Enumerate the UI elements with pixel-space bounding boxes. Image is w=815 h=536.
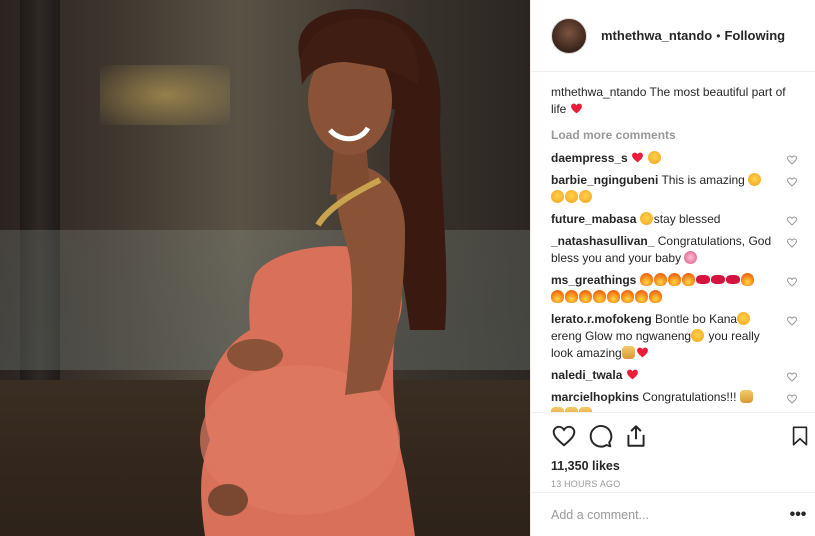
comment-like-icon[interactable] [786,237,798,249]
comment-item: _natashasullivan_ Congratulations, God b… [551,233,798,267]
heart-eyes-emoji-icon [551,190,564,203]
caption: mthethwa_ntando The most beautiful part … [551,84,798,118]
heart-eyes-emoji-icon [639,212,653,225]
fire-emoji-icon [740,273,754,286]
fire-emoji-icon [621,290,634,303]
heart-eyes-emoji-icon [748,173,762,186]
comment-like-icon[interactable] [786,276,798,288]
heart-outline-icon[interactable] [551,423,577,449]
fire-emoji-icon [639,273,653,286]
comment-like-icon[interactable] [786,393,798,405]
instagram-post: mthethwa_ntando • Following mthethwa_nta… [0,0,815,536]
comment-username[interactable]: daempress_s [551,151,628,165]
fire-emoji-icon [607,290,620,303]
bookmark-icon[interactable] [789,423,811,449]
raised-hands-emoji-icon [739,390,753,403]
comment-username[interactable]: future_mabasa [551,212,636,226]
comment-item: barbie_ngingubeni This is amazing [551,172,798,206]
lips-emoji-icon [725,275,740,284]
comment-like-icon[interactable] [786,371,798,383]
fire-emoji-icon [635,290,648,303]
header-username[interactable]: mthethwa_ntando [601,28,712,43]
fire-emoji-icon [667,273,681,286]
post-sidebar: mthethwa_ntando • Following mthethwa_nta… [530,0,815,536]
fire-emoji-icon [649,290,662,303]
comment-like-icon[interactable] [786,154,798,166]
post-timestamp: 13 HOURS AGO [551,479,621,489]
red-heart-emoji-icon [636,347,648,358]
add-comment-input[interactable] [551,507,788,522]
comment-text-part2: ereng Glow mo ngwaneng [551,329,692,343]
comment-item: ms_greathings [551,272,798,306]
lips-emoji-icon [695,275,710,284]
comments-list: mthethwa_ntando The most beautiful part … [531,72,815,412]
comment-username[interactable]: lerato.r.mofokeng [551,312,652,326]
red-heart-emoji-icon [626,369,638,380]
heart-eyes-emoji-icon [579,190,592,203]
comment-item: lerato.r.mofokeng Bontle bo Kana ereng G… [551,311,798,362]
comment-like-icon[interactable] [786,176,798,188]
comment-username[interactable]: marcielhopkins [551,390,639,404]
fire-emoji-icon [593,290,606,303]
following-button[interactable]: Following [724,28,785,43]
comment-like-icon[interactable] [786,315,798,327]
likes-count[interactable]: 11,350 likes [551,459,800,473]
comment-username[interactable]: naledi_twala [551,368,622,382]
comment-username[interactable]: ms_greathings [551,273,636,287]
fire-emoji-icon [565,290,578,303]
flower-emoji-icon [684,251,698,264]
comment-text: Congratulations!!! [642,390,737,404]
heart-eyes-emoji-icon [737,312,751,325]
comment-item: daempress_s [551,150,798,167]
comment-username[interactable]: barbie_ngingubeni [551,173,658,187]
comment-item: future_mabasa stay blessed [551,211,798,228]
heart-eyes-emoji-icon [648,151,662,164]
fire-emoji-icon [653,273,667,286]
comment-username[interactable]: _natashasullivan_ [551,234,654,248]
post-actions: 11,350 likes 13 HOURS AGO [531,412,815,489]
heart-eyes-emoji-icon [565,190,578,203]
comment-like-icon[interactable] [786,215,798,227]
header-separator: • [716,28,721,43]
more-options-icon[interactable]: ••• [788,506,808,522]
grimace-emoji-icon [691,329,705,342]
load-more-comments-link[interactable]: Load more comments [551,128,798,142]
add-comment-bar: ••• [531,492,815,536]
post-header: mthethwa_ntando • Following [531,0,815,72]
comment-icon[interactable] [587,423,613,449]
post-photo[interactable] [0,0,530,536]
fire-emoji-icon [681,273,695,286]
share-icon[interactable] [623,423,649,449]
comment-text-part1: Bontle bo Kana [655,312,738,326]
fire-emoji-icon [579,290,592,303]
comment-item: naledi_twala [551,367,798,384]
caption-username[interactable]: mthethwa_ntando [551,85,646,99]
comment-text: This is amazing [661,173,745,187]
avatar[interactable] [551,17,587,54]
red-heart-emoji-icon [570,103,582,114]
raised-hands-emoji-icon [621,346,635,359]
comment-text: stay blessed [653,212,721,226]
comment-item: marcielhopkins Congratulations!!! [551,389,798,412]
lips-emoji-icon [710,275,725,284]
fire-emoji-icon [551,290,564,303]
woman-figure [200,9,447,536]
red-heart-emoji-icon [632,152,643,163]
action-icons-row [551,421,808,455]
